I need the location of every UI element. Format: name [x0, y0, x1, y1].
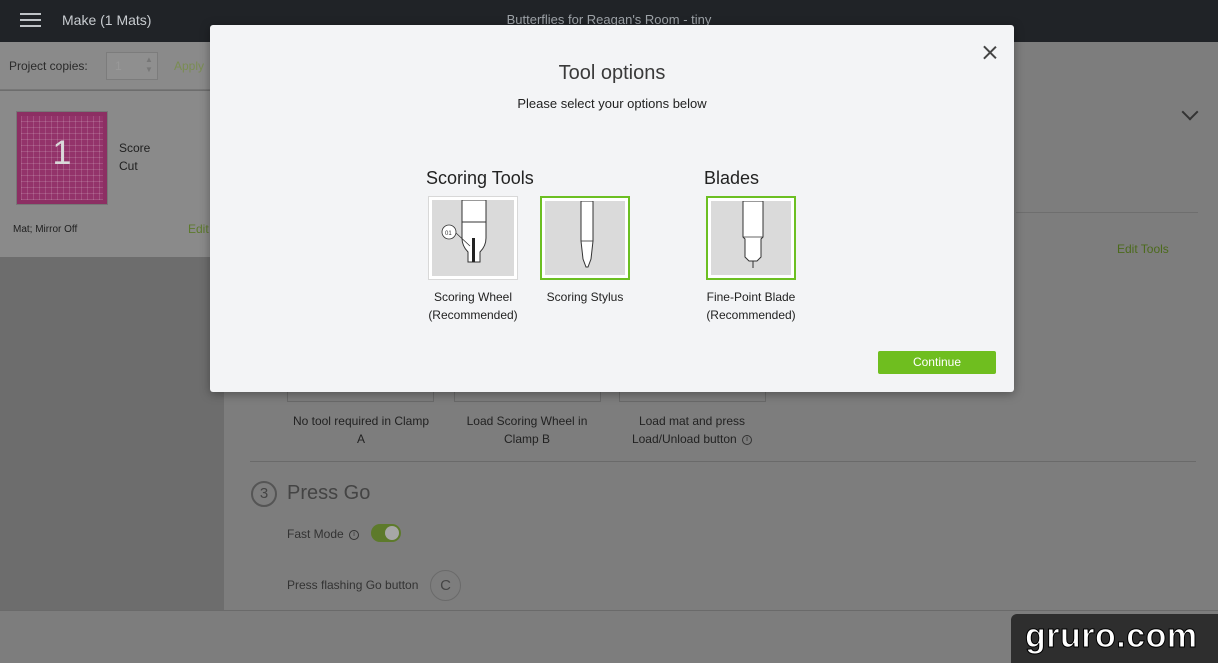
fine-point-blade-icon — [742, 201, 764, 268]
step-number-badge: 3 — [251, 481, 277, 507]
scoring-stylus-option[interactable] — [540, 196, 630, 280]
copies-stepper[interactable]: ▲ ▼ — [143, 55, 155, 77]
mat-operation-score: Score — [119, 141, 151, 155]
scoring-wheel-name: Scoring Wheel — [433, 290, 513, 304]
press-go-instruction: Press flashing Go button — [287, 578, 419, 592]
scoring-tools-heading: Scoring Tools — [426, 168, 534, 188]
apply-button[interactable]: Apply — [174, 59, 204, 73]
fast-mode-toggle[interactable] — [371, 524, 401, 542]
press-go-title: Press Go — [287, 482, 371, 504]
go-button-icon: C — [430, 570, 461, 601]
mat-info: Mat; Mirror Off — [13, 224, 78, 235]
fast-mode-label: Fast Mode i — [287, 527, 360, 541]
project-copies-value: 1 — [115, 59, 122, 73]
mat-number: 1 — [52, 134, 72, 172]
fine-point-blade-image — [711, 201, 791, 275]
mat-thumbnail[interactable]: 1 — [16, 111, 108, 205]
scoring-stylus-icon — [580, 201, 594, 268]
project-copies-bar: Project copies: 1 ▲ ▼ Apply — [0, 42, 224, 90]
mat-edit-link[interactable]: Edit — [188, 222, 209, 236]
toggle-knob — [385, 526, 399, 540]
info-icon[interactable]: i — [742, 434, 753, 445]
divider — [1016, 212, 1198, 213]
scoring-wheel-icon: 01 — [441, 200, 487, 263]
step-load-mat-text: Load mat and press Load/Unload button i — [612, 412, 772, 448]
fine-point-blade-name: Fine-Point Blade — [706, 290, 796, 304]
project-copies-label: Project copies: — [9, 59, 88, 73]
watermark-text: gruro.com — [1025, 617, 1198, 656]
step-load-mat-label: Load mat and press Load/Unload button — [631, 414, 746, 446]
fast-mode-text: Fast Mode — [287, 527, 344, 541]
edit-tools-link[interactable]: Edit Tools — [1117, 242, 1169, 256]
dialog-title: Tool options — [558, 62, 666, 84]
scoring-wheel-recommended: (Recommended) — [428, 308, 518, 322]
scoring-stylus-name: Scoring Stylus — [546, 290, 624, 304]
step-clamp-b-text: Load Scoring Wheel in Clamp B — [466, 414, 588, 446]
scoring-stylus-image — [545, 201, 625, 275]
continue-button[interactable]: Continue — [878, 351, 996, 374]
fine-point-blade-label: Fine-Point Blade (Recommended) — [696, 288, 806, 324]
blades-heading: Blades — [704, 168, 760, 188]
step-clamp-a-text: No tool required in Clamp A — [292, 414, 430, 446]
scoring-wheel-label: Scoring Wheel (Recommended) — [418, 288, 528, 324]
info-icon[interactable]: i — [349, 529, 360, 540]
tool-options-dialog: Tool options Please select your options … — [210, 25, 1014, 392]
wheel-number-badge: 01 — [445, 231, 452, 237]
dialog-subtitle: Please select your options below — [517, 96, 707, 111]
divider — [250, 461, 1196, 462]
left-panel: Project copies: 1 ▲ ▼ Apply 1 Score Cut M… — [0, 42, 224, 610]
mat-card[interactable]: 1 Score Cut Mat; Mirror Off Edit — [0, 91, 224, 257]
fine-point-blade-recommended: (Recommended) — [706, 308, 796, 322]
scoring-wheel-image: 01 — [432, 200, 514, 276]
mat-operations: Score Cut — [119, 139, 150, 175]
fine-point-blade-option[interactable] — [706, 196, 796, 280]
scoring-wheel-option[interactable]: 01 — [428, 196, 518, 280]
scoring-stylus-label: Scoring Stylus — [530, 288, 640, 306]
project-copies-input[interactable]: 1 ▲ ▼ — [106, 52, 158, 80]
mat-operation-cut: Cut — [119, 159, 138, 173]
